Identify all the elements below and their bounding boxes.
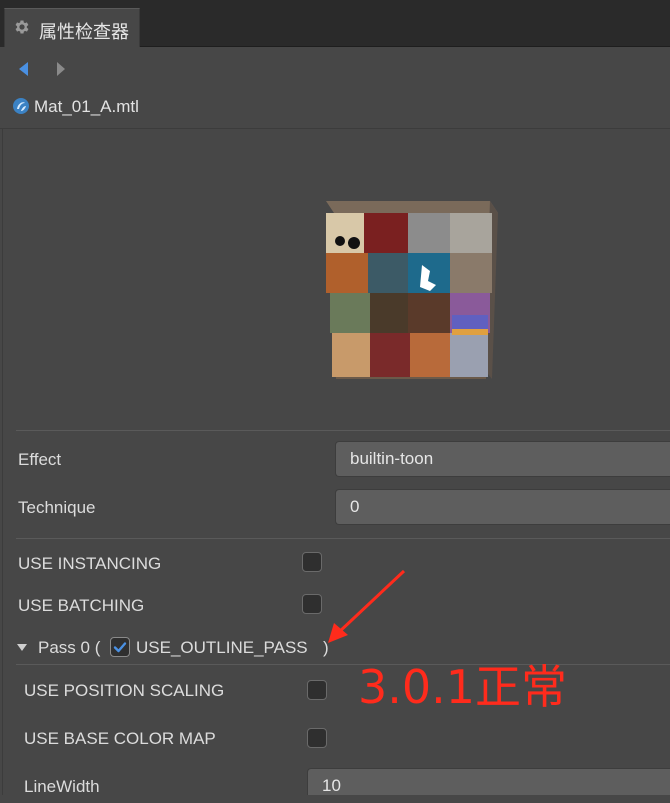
- use-instancing-checkbox[interactable]: [302, 552, 322, 572]
- asset-name: Mat_01_A.mtl: [34, 97, 139, 116]
- use-instancing-label: USE INSTANCING: [18, 554, 162, 573]
- annotation-text: 3.0.1正常: [358, 660, 568, 714]
- technique-label: Technique: [18, 498, 96, 517]
- separator: [16, 538, 670, 539]
- pane-left-border: [2, 129, 3, 795]
- use-position-scaling-checkbox[interactable]: [307, 680, 327, 700]
- tab-inspector[interactable]: 属性检查器: [4, 8, 140, 47]
- caret-down-icon[interactable]: [16, 642, 28, 652]
- linewidth-field[interactable]: 10: [307, 768, 670, 795]
- back-arrow-icon[interactable]: [16, 60, 30, 78]
- pane-top-border: [0, 128, 670, 129]
- checkmark-icon: [113, 642, 127, 653]
- technique-field[interactable]: 0: [335, 489, 670, 525]
- use-outline-pass-checkbox[interactable]: [110, 637, 130, 657]
- use-batching-label: USE BATCHING: [18, 596, 145, 615]
- material-icon: [13, 98, 29, 114]
- forward-arrow-icon[interactable]: [54, 60, 68, 78]
- use-base-color-map-checkbox[interactable]: [307, 728, 327, 748]
- tab-title: 属性检查器: [39, 22, 129, 42]
- annotation-arrow: [328, 569, 406, 643]
- tab-divider: [140, 46, 670, 47]
- separator: [16, 664, 670, 665]
- material-preview-cube: [326, 201, 498, 379]
- effect-label: Effect: [18, 450, 62, 469]
- use-batching-checkbox[interactable]: [302, 594, 322, 614]
- gear-icon: [15, 20, 29, 34]
- use-outline-pass-label: USE_OUTLINE_PASS: [136, 638, 308, 657]
- use-position-scaling-label: USE POSITION SCALING: [24, 681, 225, 700]
- linewidth-label: LineWidth: [24, 777, 100, 796]
- use-base-color-map-label: USE BASE COLOR MAP: [24, 729, 216, 748]
- effect-field[interactable]: builtin-toon: [335, 441, 670, 477]
- pass-0-prefix: Pass 0 (: [38, 638, 101, 657]
- separator: [16, 430, 670, 431]
